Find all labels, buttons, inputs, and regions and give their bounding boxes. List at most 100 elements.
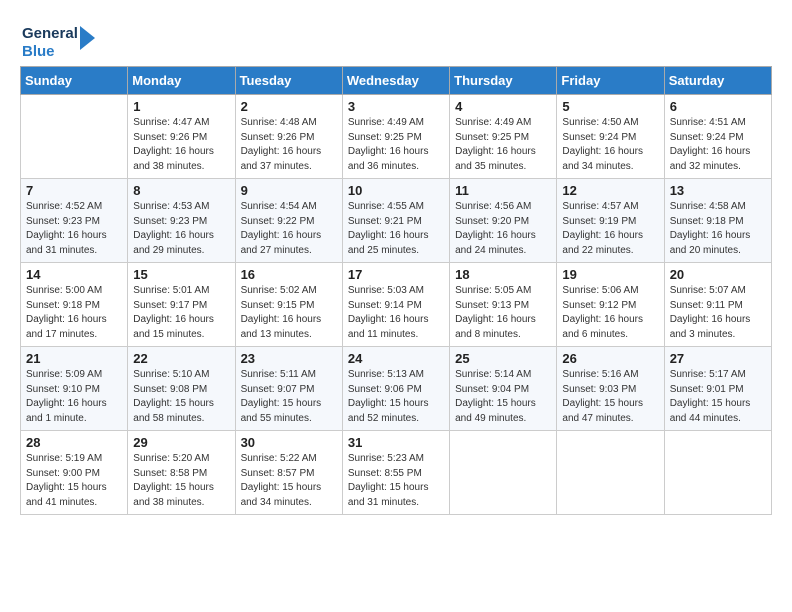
day-info: Sunrise: 5:06 AM Sunset: 9:12 PM Dayligh… — [562, 284, 658, 342]
calendar-cell: 9Sunrise: 4:54 AM Sunset: 9:22 PM Daylig… — [235, 179, 342, 263]
day-header-monday: Monday — [128, 67, 235, 95]
day-info: Sunrise: 5:22 AM Sunset: 8:57 PM Dayligh… — [241, 452, 337, 510]
calendar-cell: 14Sunrise: 5:00 AM Sunset: 9:18 PM Dayli… — [21, 263, 128, 347]
calendar-week-1: 1 Sunrise: 4:47 AM Sunset: 9:26 PM Daylig… — [21, 95, 772, 179]
day-number: 13 — [670, 183, 766, 198]
day-number: 5 — [562, 99, 658, 114]
day-number: 8 — [133, 183, 229, 198]
day-info: Sunrise: 4:47 AM Sunset: 9:26 PM Dayligh… — [133, 116, 229, 174]
calendar-table: SundayMondayTuesdayWednesdayThursdayFrid… — [20, 66, 772, 515]
logo: GeneralBlue — [20, 20, 100, 62]
calendar-cell: 6 Sunrise: 4:51 AM Sunset: 9:24 PM Daylig… — [664, 95, 771, 179]
calendar-cell: 7 Sunrise: 4:52 AM Sunset: 9:23 PM Daylig… — [21, 179, 128, 263]
calendar-cell: 19 Sunrise: 5:06 AM Sunset: 9:12 PM Dayli… — [557, 263, 664, 347]
calendar-cell: 29Sunrise: 5:20 AM Sunset: 8:58 PM Dayli… — [128, 431, 235, 515]
day-number: 11 — [455, 183, 551, 198]
day-header-thursday: Thursday — [450, 67, 557, 95]
day-number: 22 — [133, 351, 229, 366]
calendar-cell: 23 Sunrise: 5:11 AM Sunset: 9:07 PM Dayli… — [235, 347, 342, 431]
calendar-cell: 13 Sunrise: 4:58 AM Sunset: 9:18 PM Dayli… — [664, 179, 771, 263]
calendar-week-4: 21 Sunrise: 5:09 AM Sunset: 9:10 PM Dayli… — [21, 347, 772, 431]
calendar-cell: 31 Sunrise: 5:23 AM Sunset: 8:55 PM Dayli… — [342, 431, 449, 515]
day-header-tuesday: Tuesday — [235, 67, 342, 95]
day-info: Sunrise: 4:56 AM Sunset: 9:20 PM Dayligh… — [455, 200, 551, 258]
calendar-week-3: 14Sunrise: 5:00 AM Sunset: 9:18 PM Dayli… — [21, 263, 772, 347]
day-info: Sunrise: 5:09 AM Sunset: 9:10 PM Dayligh… — [26, 368, 122, 426]
day-info: Sunrise: 5:03 AM Sunset: 9:14 PM Dayligh… — [348, 284, 444, 342]
day-info: Sunrise: 4:50 AM Sunset: 9:24 PM Dayligh… — [562, 116, 658, 174]
day-number: 19 — [562, 267, 658, 282]
calendar-cell: 11 Sunrise: 4:56 AM Sunset: 9:20 PM Dayli… — [450, 179, 557, 263]
day-header-sunday: Sunday — [21, 67, 128, 95]
day-header-wednesday: Wednesday — [342, 67, 449, 95]
calendar-cell: 20 Sunrise: 5:07 AM Sunset: 9:11 PM Dayli… — [664, 263, 771, 347]
day-info: Sunrise: 5:07 AM Sunset: 9:11 PM Dayligh… — [670, 284, 766, 342]
day-number: 31 — [348, 435, 444, 450]
day-number: 12 — [562, 183, 658, 198]
day-number: 7 — [26, 183, 122, 198]
page-header: GeneralBlue — [20, 20, 772, 62]
day-info: Sunrise: 4:53 AM Sunset: 9:23 PM Dayligh… — [133, 200, 229, 258]
svg-text:Blue: Blue — [22, 43, 55, 60]
calendar-cell: 2Sunrise: 4:48 AM Sunset: 9:26 PM Daylig… — [235, 95, 342, 179]
day-info: Sunrise: 5:02 AM Sunset: 9:15 PM Dayligh… — [241, 284, 337, 342]
calendar-cell: 8 Sunrise: 4:53 AM Sunset: 9:23 PM Daylig… — [128, 179, 235, 263]
day-number: 4 — [455, 99, 551, 114]
day-number: 23 — [241, 351, 337, 366]
calendar-cell — [450, 431, 557, 515]
calendar-cell: 10 Sunrise: 4:55 AM Sunset: 9:21 PM Dayli… — [342, 179, 449, 263]
day-number: 28 — [26, 435, 122, 450]
day-info: Sunrise: 4:55 AM Sunset: 9:21 PM Dayligh… — [348, 200, 444, 258]
day-number: 16 — [241, 267, 337, 282]
day-info: Sunrise: 5:14 AM Sunset: 9:04 PM Dayligh… — [455, 368, 551, 426]
calendar-cell: 5 Sunrise: 4:50 AM Sunset: 9:24 PM Daylig… — [557, 95, 664, 179]
day-info: Sunrise: 5:05 AM Sunset: 9:13 PM Dayligh… — [455, 284, 551, 342]
day-info: Sunrise: 5:17 AM Sunset: 9:01 PM Dayligh… — [670, 368, 766, 426]
logo-svg: GeneralBlue — [20, 20, 100, 62]
calendar-cell: 3Sunrise: 4:49 AM Sunset: 9:25 PM Daylig… — [342, 95, 449, 179]
day-number: 10 — [348, 183, 444, 198]
day-number: 29 — [133, 435, 229, 450]
calendar-cell: 28 Sunrise: 5:19 AM Sunset: 9:00 PM Dayli… — [21, 431, 128, 515]
day-number: 18 — [455, 267, 551, 282]
day-info: Sunrise: 5:01 AM Sunset: 9:17 PM Dayligh… — [133, 284, 229, 342]
calendar-cell: 27 Sunrise: 5:17 AM Sunset: 9:01 PM Dayli… — [664, 347, 771, 431]
day-info: Sunrise: 4:48 AM Sunset: 9:26 PM Dayligh… — [241, 116, 337, 174]
day-number: 25 — [455, 351, 551, 366]
day-info: Sunrise: 4:51 AM Sunset: 9:24 PM Dayligh… — [670, 116, 766, 174]
calendar-cell: 18 Sunrise: 5:05 AM Sunset: 9:13 PM Dayli… — [450, 263, 557, 347]
day-number: 20 — [670, 267, 766, 282]
day-number: 24 — [348, 351, 444, 366]
calendar-cell: 21 Sunrise: 5:09 AM Sunset: 9:10 PM Dayli… — [21, 347, 128, 431]
day-info: Sunrise: 5:11 AM Sunset: 9:07 PM Dayligh… — [241, 368, 337, 426]
day-number: 27 — [670, 351, 766, 366]
calendar-cell: 1 Sunrise: 4:47 AM Sunset: 9:26 PM Daylig… — [128, 95, 235, 179]
day-info: Sunrise: 5:19 AM Sunset: 9:00 PM Dayligh… — [26, 452, 122, 510]
calendar-week-5: 28 Sunrise: 5:19 AM Sunset: 9:00 PM Dayli… — [21, 431, 772, 515]
day-info: Sunrise: 4:49 AM Sunset: 9:25 PM Dayligh… — [348, 116, 444, 174]
calendar-cell: 25 Sunrise: 5:14 AM Sunset: 9:04 PM Dayli… — [450, 347, 557, 431]
day-number: 1 — [133, 99, 229, 114]
day-info: Sunrise: 5:23 AM Sunset: 8:55 PM Dayligh… — [348, 452, 444, 510]
calendar-header: SundayMondayTuesdayWednesdayThursdayFrid… — [21, 67, 772, 95]
day-info: Sunrise: 4:57 AM Sunset: 9:19 PM Dayligh… — [562, 200, 658, 258]
calendar-cell: 17Sunrise: 5:03 AM Sunset: 9:14 PM Dayli… — [342, 263, 449, 347]
calendar-cell: 30 Sunrise: 5:22 AM Sunset: 8:57 PM Dayli… — [235, 431, 342, 515]
calendar-cell: 24 Sunrise: 5:13 AM Sunset: 9:06 PM Dayli… — [342, 347, 449, 431]
calendar-cell: 16 Sunrise: 5:02 AM Sunset: 9:15 PM Dayli… — [235, 263, 342, 347]
calendar-body: 1 Sunrise: 4:47 AM Sunset: 9:26 PM Daylig… — [21, 95, 772, 515]
day-header-friday: Friday — [557, 67, 664, 95]
day-number: 30 — [241, 435, 337, 450]
day-info: Sunrise: 4:49 AM Sunset: 9:25 PM Dayligh… — [455, 116, 551, 174]
day-info: Sunrise: 5:13 AM Sunset: 9:06 PM Dayligh… — [348, 368, 444, 426]
day-number: 14 — [26, 267, 122, 282]
day-number: 21 — [26, 351, 122, 366]
day-info: Sunrise: 4:58 AM Sunset: 9:18 PM Dayligh… — [670, 200, 766, 258]
calendar-cell: 12 Sunrise: 4:57 AM Sunset: 9:19 PM Dayli… — [557, 179, 664, 263]
calendar-cell — [557, 431, 664, 515]
day-header-saturday: Saturday — [664, 67, 771, 95]
day-number: 6 — [670, 99, 766, 114]
calendar-cell: 22Sunrise: 5:10 AM Sunset: 9:08 PM Dayli… — [128, 347, 235, 431]
day-number: 26 — [562, 351, 658, 366]
day-info: Sunrise: 4:52 AM Sunset: 9:23 PM Dayligh… — [26, 200, 122, 258]
